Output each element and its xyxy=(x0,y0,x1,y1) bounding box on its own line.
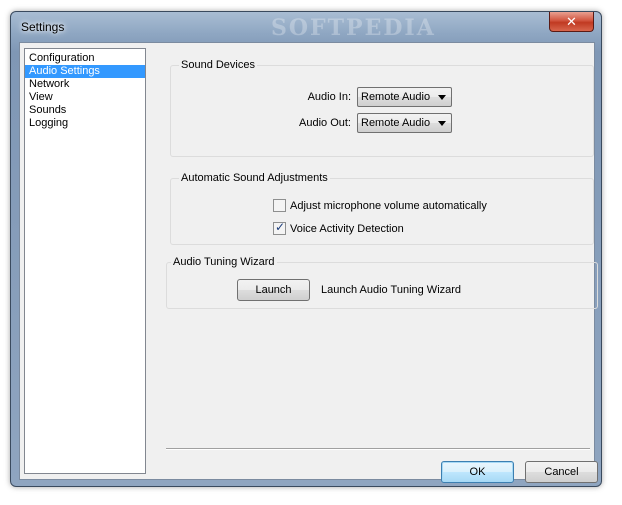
audio-tuning-wizard-title: Audio Tuning Wizard xyxy=(171,255,277,269)
cancel-button[interactable]: Cancel xyxy=(525,461,598,483)
chevron-down-icon xyxy=(438,95,446,100)
launch-button[interactable]: Launch xyxy=(237,279,310,301)
vad-checkbox-row[interactable]: ✓ Voice Activity Detection xyxy=(273,220,404,235)
auto-sound-adjust-group: Automatic Sound Adjustments Adjust micro… xyxy=(170,171,594,245)
nav-item-configuration[interactable]: Configuration xyxy=(25,52,145,65)
audio-in-label: Audio In: xyxy=(307,91,351,103)
audio-in-value: Remote Audio xyxy=(361,91,431,103)
checkmark-icon: ✓ xyxy=(275,220,286,234)
watermark: SOFTPEDIA xyxy=(271,15,436,41)
launch-button-label: Launch xyxy=(255,284,292,296)
mic-volume-label: Adjust microphone volume automatically xyxy=(290,199,487,212)
audio-out-label: Audio Out: xyxy=(299,117,351,129)
auto-sound-adjust-title: Automatic Sound Adjustments xyxy=(179,171,330,185)
chevron-down-icon xyxy=(438,121,446,126)
sound-devices-title: Sound Devices xyxy=(179,58,257,72)
vad-label: Voice Activity Detection xyxy=(290,222,404,235)
window-title: Settings xyxy=(21,20,65,34)
audio-out-value: Remote Audio xyxy=(361,117,431,129)
footer-separator xyxy=(166,448,590,450)
nav-item-audio-settings[interactable]: Audio Settings xyxy=(25,65,145,78)
title-bar[interactable]: SOFTPEDIA Settings ✕ xyxy=(11,12,601,42)
nav-item-sounds[interactable]: Sounds xyxy=(25,104,145,117)
audio-in-select[interactable]: Remote Audio xyxy=(357,87,452,107)
mic-volume-checkbox[interactable] xyxy=(273,199,286,212)
nav-item-view[interactable]: View xyxy=(25,91,145,104)
ok-button-label: OK xyxy=(469,466,486,478)
vad-checkbox[interactable]: ✓ xyxy=(273,220,286,235)
nav-item-network[interactable]: Network xyxy=(25,78,145,91)
dialog-client-area: Configuration Audio Settings Network Vie… xyxy=(19,42,598,483)
nav-item-logging[interactable]: Logging xyxy=(25,117,145,130)
category-list[interactable]: Configuration Audio Settings Network Vie… xyxy=(24,48,146,474)
audio-out-select[interactable]: Remote Audio xyxy=(357,113,452,133)
audio-tuning-wizard-group: Audio Tuning Wizard Launch Launch Audio … xyxy=(166,255,598,309)
close-button[interactable]: ✕ xyxy=(549,12,594,32)
mic-volume-checkbox-row[interactable]: Adjust microphone volume automatically xyxy=(273,199,487,212)
settings-window: SOFTPEDIA Settings ✕ Configuration Audio… xyxy=(10,11,602,487)
close-icon: ✕ xyxy=(566,14,577,29)
cancel-button-label: Cancel xyxy=(544,466,579,478)
sound-devices-group: Sound Devices Audio In: Remote Audio Aud… xyxy=(170,58,594,157)
ok-button[interactable]: OK xyxy=(441,461,514,483)
launch-wizard-description: Launch Audio Tuning Wizard xyxy=(321,284,462,296)
